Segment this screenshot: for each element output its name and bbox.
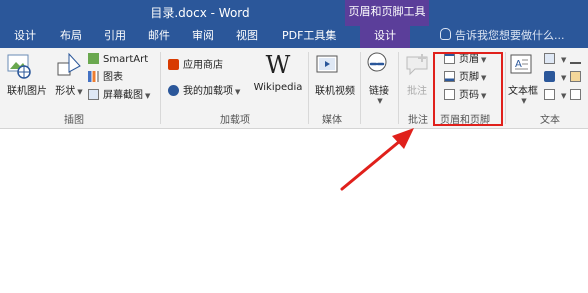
annotation-arrow: [340, 128, 414, 191]
